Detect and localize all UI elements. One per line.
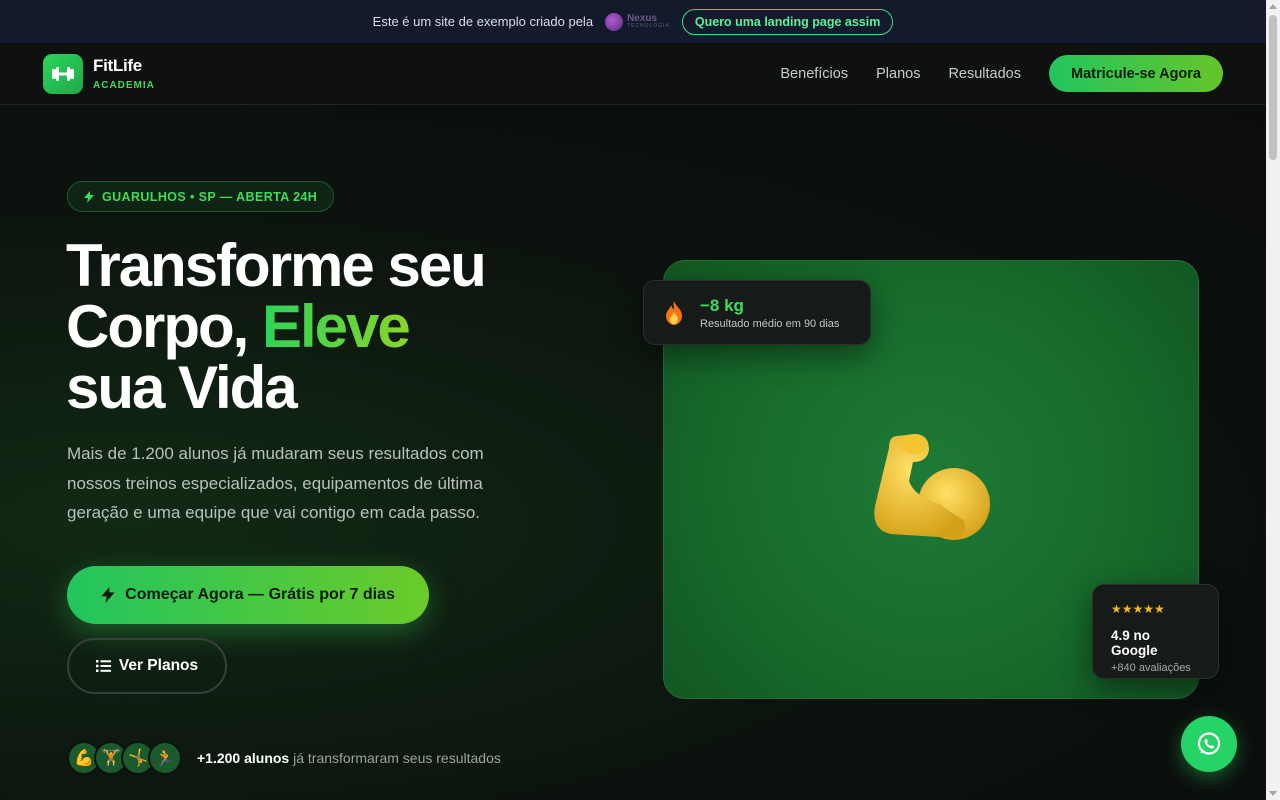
promo-cta-button[interactable]: Quero uma landing page assim xyxy=(681,8,894,35)
promo-brand-logo[interactable]: Nexus TECNOLOGIA xyxy=(605,12,670,31)
avatar: 🏃 xyxy=(148,741,182,775)
dumbbell-icon xyxy=(43,53,83,94)
scroll-up-icon[interactable] xyxy=(1269,4,1277,9)
navbar: FitLife ACADEMIA Benefícios Planos Resul… xyxy=(0,43,1266,105)
start-now-button[interactable]: Começar Agora — Grátis por 7 dias xyxy=(67,566,429,624)
view-plans-button[interactable]: Ver Planos xyxy=(67,638,227,694)
hero-title: Transforme seu Corpo, Eleve sua Vida xyxy=(66,232,487,421)
page-scrollbar[interactable] xyxy=(1266,0,1280,800)
rating-count: +840 avaliações xyxy=(1111,662,1191,674)
location-badge-text: GUARULHOS • SP — ABERTA 24H xyxy=(102,189,318,204)
flexed-biceps-icon xyxy=(874,434,990,540)
enroll-button[interactable]: Matricule-se Agora xyxy=(1049,55,1223,92)
promo-text: Este é um site de exemplo criado pela xyxy=(372,14,594,29)
rating-score: 4.9 no Google xyxy=(1111,628,1158,658)
nav-links: Benefícios Planos Resultados Matricule-s… xyxy=(780,55,1223,92)
scroll-down-icon[interactable] xyxy=(1269,791,1277,796)
result-stat-card: −8 kg Resultado médio em 90 dias xyxy=(643,280,871,345)
brand-gem-icon xyxy=(605,12,624,31)
rating-stars-icon: ★★★★★ xyxy=(1111,602,1165,616)
nav-link-beneficios[interactable]: Benefícios xyxy=(780,66,848,82)
hero-lead: Mais de 1.200 alunos já mudaram seus res… xyxy=(67,444,484,522)
stat-value: −8 kg xyxy=(700,295,744,315)
location-badge: GUARULHOS • SP — ABERTA 24H xyxy=(67,181,335,212)
lightning-icon xyxy=(101,587,115,603)
fire-icon xyxy=(666,300,682,325)
scrollbar-thumb[interactable] xyxy=(1269,15,1277,160)
promo-bar: Este é um site de exemplo criado pela Ne… xyxy=(0,0,1266,43)
google-rating-card: ★★★★★ 4.9 no Google +840 avaliações xyxy=(1092,584,1219,679)
hero-title-accent: Eleve xyxy=(261,293,411,360)
social-proof: 💪 🏋️ 🤸 🏃 +1.200 alunos já transformaram … xyxy=(67,741,501,775)
list-icon xyxy=(95,660,111,672)
lightning-icon xyxy=(84,190,94,203)
avatar-group: 💪 🏋️ 🤸 🏃 xyxy=(67,741,182,775)
logo-subtitle: ACADEMIA xyxy=(93,80,155,91)
logo-name: FitLife xyxy=(93,56,142,75)
stat-label: Resultado médio em 90 dias xyxy=(700,317,840,330)
site-logo[interactable]: FitLife ACADEMIA xyxy=(43,53,155,94)
hero-section: GUARULHOS • SP — ABERTA 24H Transforme s… xyxy=(0,105,1266,800)
social-proof-text: +1.200 alunos já transformaram seus resu… xyxy=(197,750,501,766)
whatsapp-icon xyxy=(1197,732,1221,755)
whatsapp-button[interactable] xyxy=(1181,716,1237,772)
nav-link-planos[interactable]: Planos xyxy=(876,66,920,82)
nav-link-resultados[interactable]: Resultados xyxy=(948,66,1021,82)
promo-brand-sub: TECNOLOGIA xyxy=(627,23,670,29)
